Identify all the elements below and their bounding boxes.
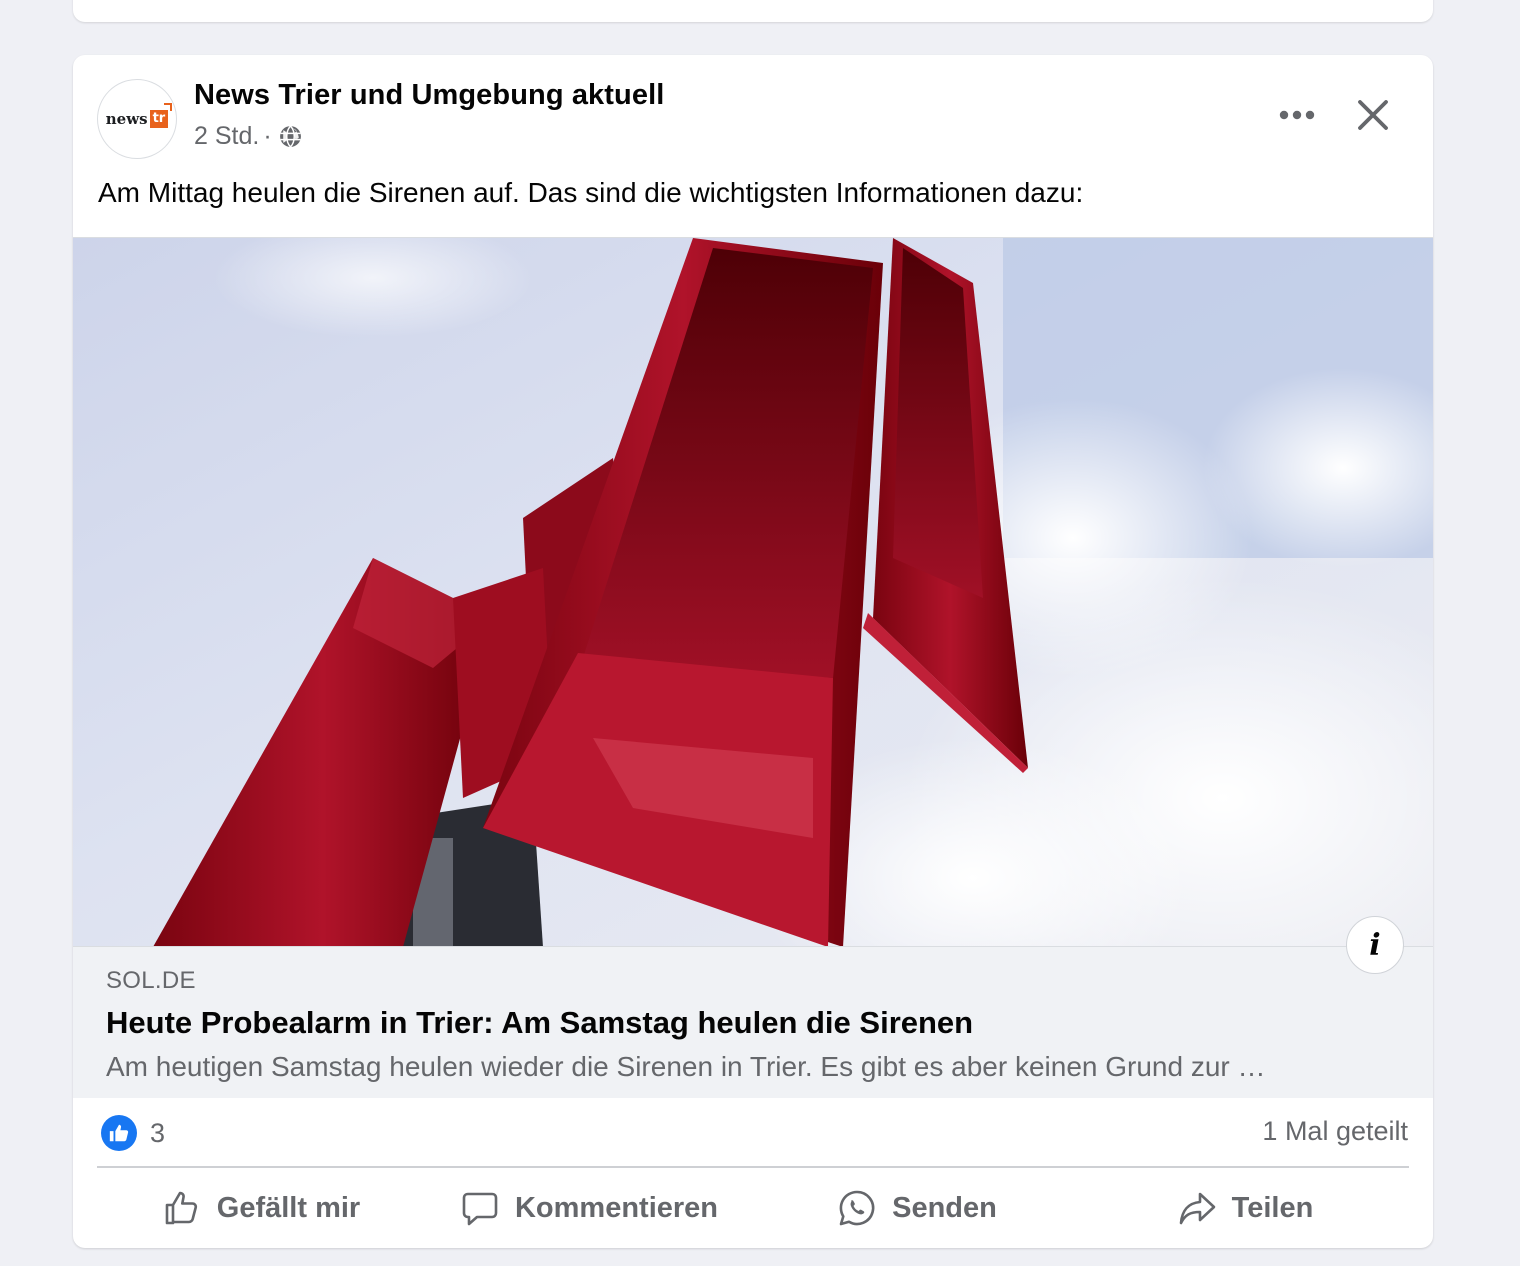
- reaction-count: 3: [150, 1117, 166, 1148]
- thumbs-up-icon: [165, 1191, 197, 1225]
- meta-separator: ·: [263, 122, 272, 150]
- post-card: news tr News Trier und Umgebung aktuell …: [73, 55, 1433, 1248]
- news-trier-logo: news tr: [105, 103, 173, 128]
- share-arrow-icon: [1179, 1192, 1215, 1225]
- actions-divider: [97, 1166, 1409, 1168]
- siren-photo: [73, 238, 1433, 946]
- comment-button[interactable]: Kommentieren: [425, 1173, 753, 1243]
- post-time[interactable]: 2 Std.: [194, 122, 259, 151]
- like-label: Gefällt mir: [216, 1191, 361, 1224]
- link-title[interactable]: Heute Probealarm in Trier: Am Samstag he…: [106, 1005, 973, 1041]
- share-button[interactable]: Teilen: [1081, 1173, 1409, 1243]
- like-reaction-icon: [101, 1115, 137, 1151]
- logo-corner-mark: [164, 103, 173, 111]
- reactions-summary[interactable]: 3: [101, 1115, 165, 1151]
- more-options-icon[interactable]: [1277, 97, 1317, 133]
- comment-bubble-icon: [462, 1192, 498, 1226]
- send-label: Senden: [892, 1191, 997, 1224]
- link-preview-image[interactable]: [73, 237, 1433, 946]
- previous-post-card: [73, 0, 1433, 22]
- post-meta: 2 Std. ·: [194, 122, 303, 151]
- page-name-link[interactable]: News Trier und Umgebung aktuell: [194, 79, 664, 112]
- close-icon[interactable]: [1351, 93, 1395, 137]
- globe-icon: [279, 125, 301, 148]
- page-avatar[interactable]: news tr: [97, 79, 177, 159]
- info-icon[interactable]: i: [1346, 916, 1404, 974]
- share-label: Teilen: [1231, 1191, 1314, 1224]
- link-preview-footer[interactable]: SOL.DE Heute Probealarm in Trier: Am Sam…: [73, 946, 1433, 1098]
- link-description: Am heutigen Samstag heulen wieder die Si…: [106, 1051, 1266, 1082]
- whatsapp-icon: [839, 1190, 875, 1226]
- share-count[interactable]: 1 Mal geteilt: [1262, 1116, 1408, 1147]
- comment-label: Kommentieren: [514, 1191, 719, 1224]
- like-button[interactable]: Gefällt mir: [97, 1173, 425, 1243]
- logo-text-tr: tr: [149, 110, 169, 128]
- post-text: Am Mittag heulen die Sirenen auf. Das si…: [98, 177, 1084, 208]
- link-domain: SOL.DE: [106, 967, 196, 994]
- send-button[interactable]: Senden: [753, 1173, 1081, 1243]
- post-actions-bar: Gefällt mir Kommentieren Senden Teilen: [97, 1173, 1409, 1243]
- logo-text-news: news: [105, 110, 148, 128]
